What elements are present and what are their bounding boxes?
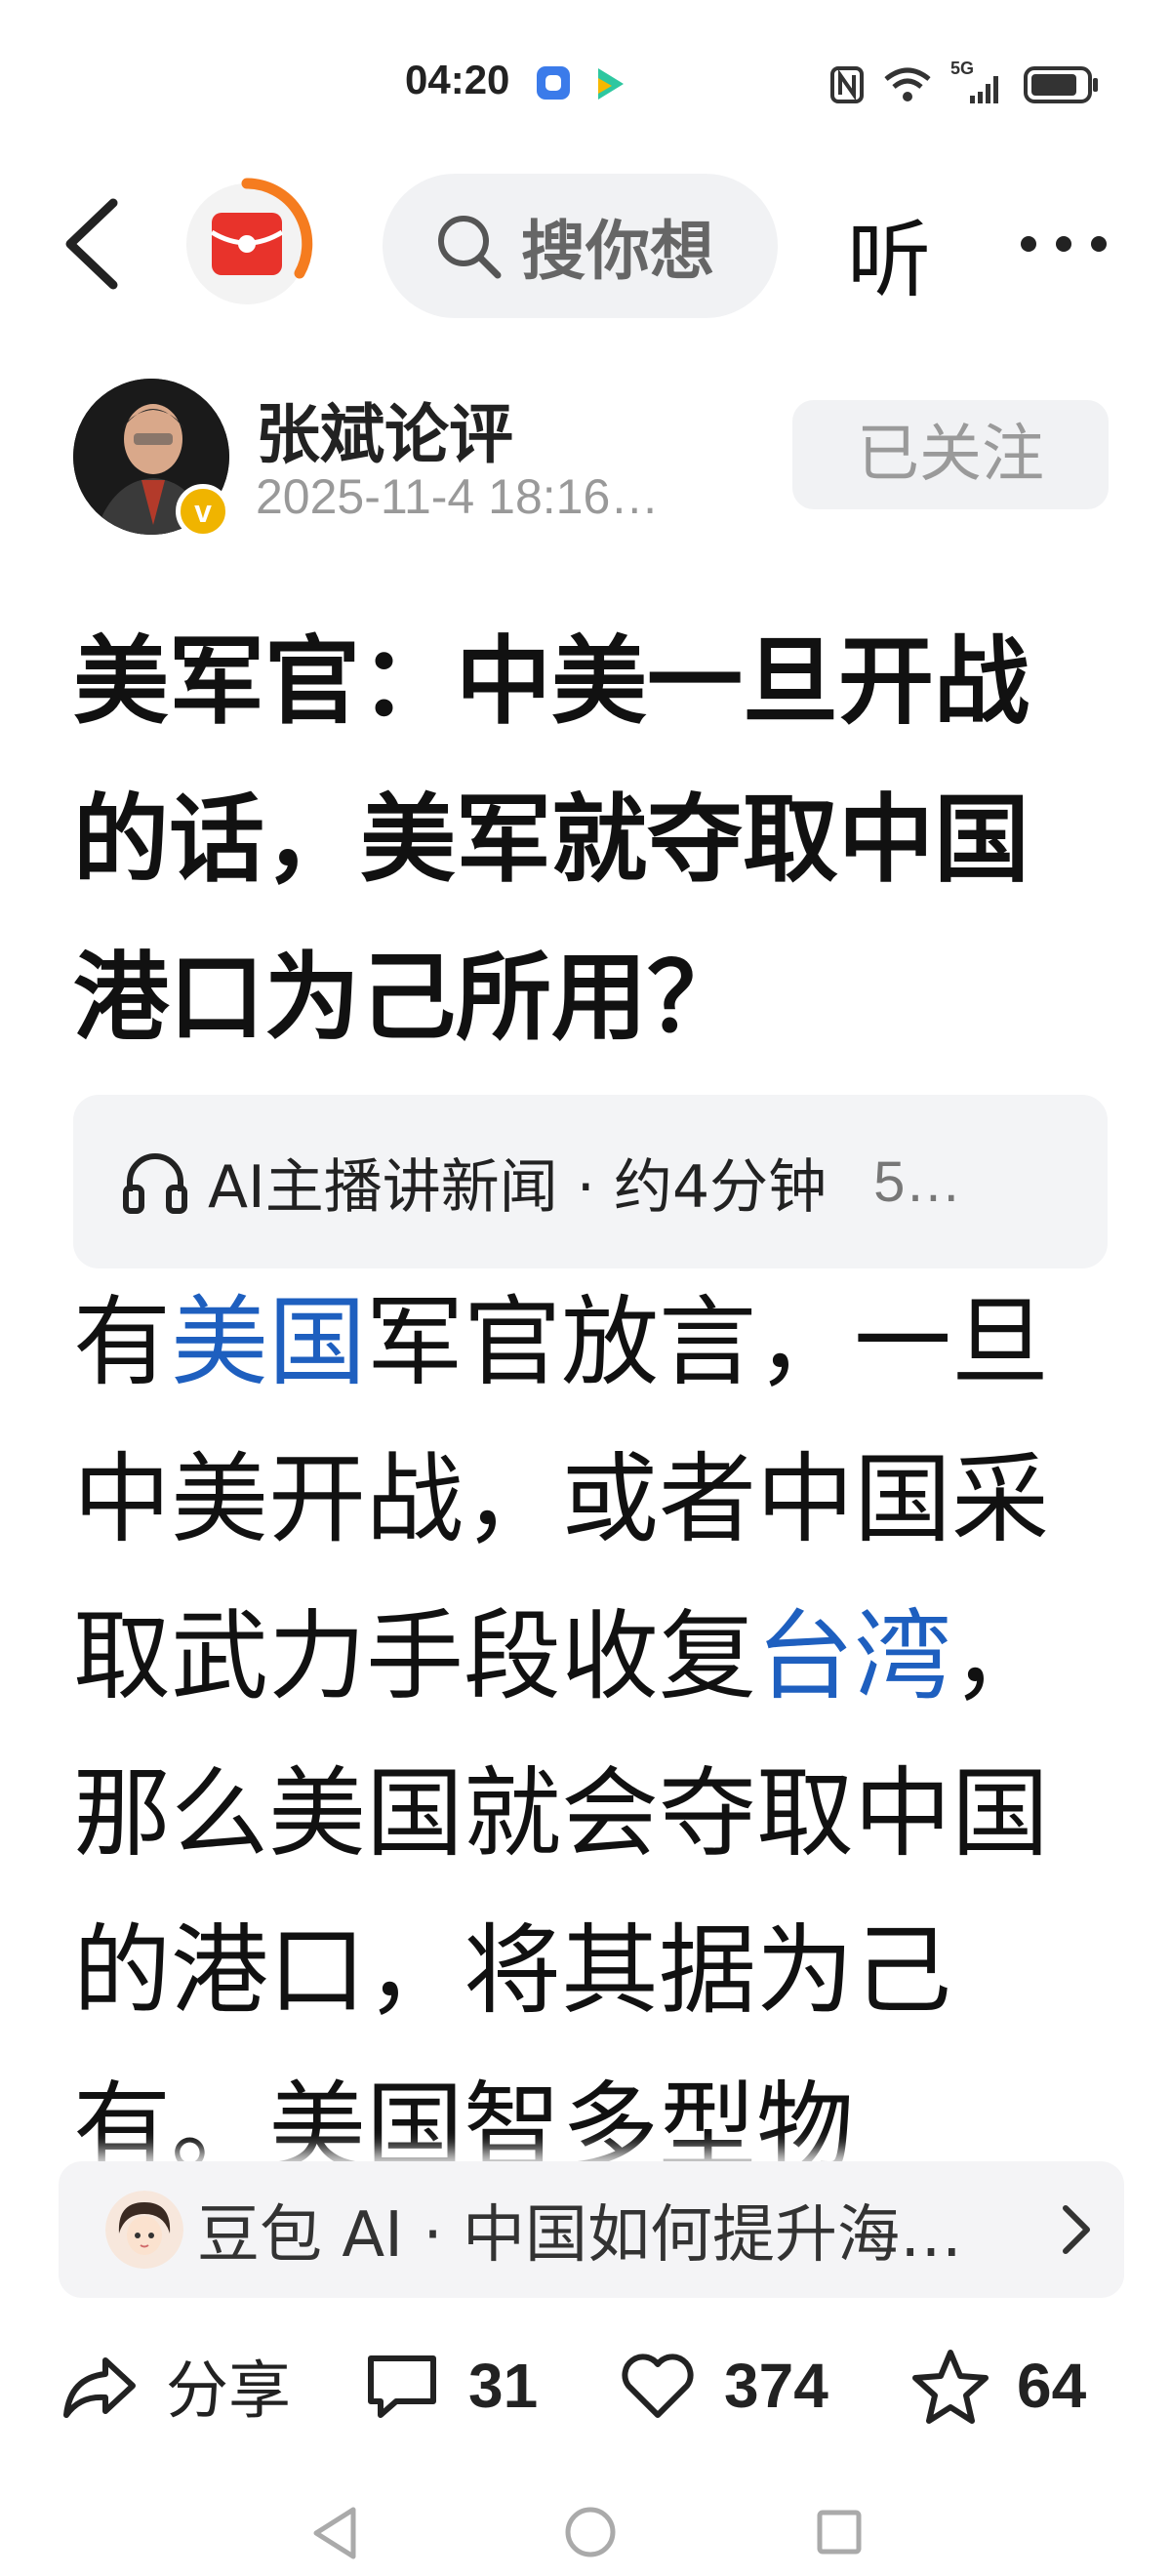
- ai-audio-label: AI主播讲新闻 · 约4分钟: [208, 1152, 828, 1222]
- chevron-right-icon: [1063, 2205, 1090, 2254]
- video-app-icon: [590, 64, 627, 103]
- chevron-left-icon: [65, 198, 118, 290]
- search-box[interactable]: 搜你想: [383, 174, 778, 318]
- doubao-suggestion-text: 豆包 AI · 中国如何提升海…: [197, 2199, 963, 2272]
- battery-icon: [1024, 66, 1098, 103]
- star-icon: [912, 2350, 989, 2424]
- doubao-avatar: [105, 2191, 183, 2269]
- comment-icon: [368, 2355, 436, 2418]
- app-logo[interactable]: [181, 178, 313, 310]
- comment-button[interactable]: 31: [361, 2332, 538, 2439]
- article-title: 美军官：中美一旦开战的话，美军就夺取中国港口为己所用？: [73, 626, 1030, 1054]
- like-count: 374: [724, 2351, 828, 2421]
- ai-audio-bar[interactable]: AI主播讲新闻 · 约4分钟 5…: [73, 1095, 1108, 1268]
- favorite-count: 64: [1017, 2351, 1087, 2421]
- follow-button[interactable]: 已关注: [792, 400, 1109, 509]
- like-button[interactable]: 374: [617, 2332, 828, 2439]
- system-back-button[interactable]: [310, 2506, 359, 2564]
- verified-badge: v: [176, 484, 230, 539]
- system-recents-button[interactable]: [815, 2508, 864, 2560]
- circle-home-icon: [565, 2507, 616, 2557]
- nfc-icon: [830, 66, 864, 103]
- favorite-button[interactable]: 64: [909, 2332, 1086, 2439]
- listen-button[interactable]: 听: [847, 191, 931, 313]
- ai-audio-extra: 5…: [873, 1149, 962, 1214]
- share-icon: [63, 2357, 136, 2418]
- back-button[interactable]: [59, 195, 127, 293]
- comment-count: 31: [468, 2351, 539, 2421]
- body-link-usa[interactable]: 美国: [171, 1285, 366, 1399]
- system-home-button[interactable]: [563, 2505, 618, 2563]
- body-link-taiwan[interactable]: 台湾: [756, 1599, 951, 1713]
- signal-icon: 5G: [950, 59, 1005, 105]
- author-name[interactable]: 张斌论评: [256, 382, 513, 476]
- search-icon: [438, 216, 502, 279]
- search-placeholder: 搜你想: [521, 214, 714, 289]
- share-label: 分享: [166, 2355, 291, 2428]
- heart-icon: [622, 2354, 694, 2418]
- article-body: 有美国军官放言，一旦中美开战，或者中国采取武力手段收复台湾，那么美国就会夺取中国…: [73, 1264, 1117, 2161]
- square-recents-icon: [817, 2510, 862, 2555]
- status-indicators: 5G: [829, 59, 1101, 109]
- doubao-ai-suggestion[interactable]: 豆包 AI · 中国如何提升海…: [59, 2161, 1124, 2298]
- body-text: 有: [73, 1285, 171, 1399]
- more-button[interactable]: [1015, 224, 1112, 263]
- notification-app-icon: [537, 66, 570, 100]
- post-time: 2025-11-4 18:16…: [256, 469, 660, 524]
- share-button[interactable]: 分享: [59, 2332, 291, 2439]
- headphone-icon: [123, 1153, 187, 1214]
- wifi-icon: [884, 67, 931, 101]
- triangle-back-icon: [313, 2507, 356, 2559]
- more-dots-icon: [1021, 236, 1107, 252]
- status-time: 04:20: [405, 57, 510, 102]
- red-envelope-icon: [186, 178, 313, 304]
